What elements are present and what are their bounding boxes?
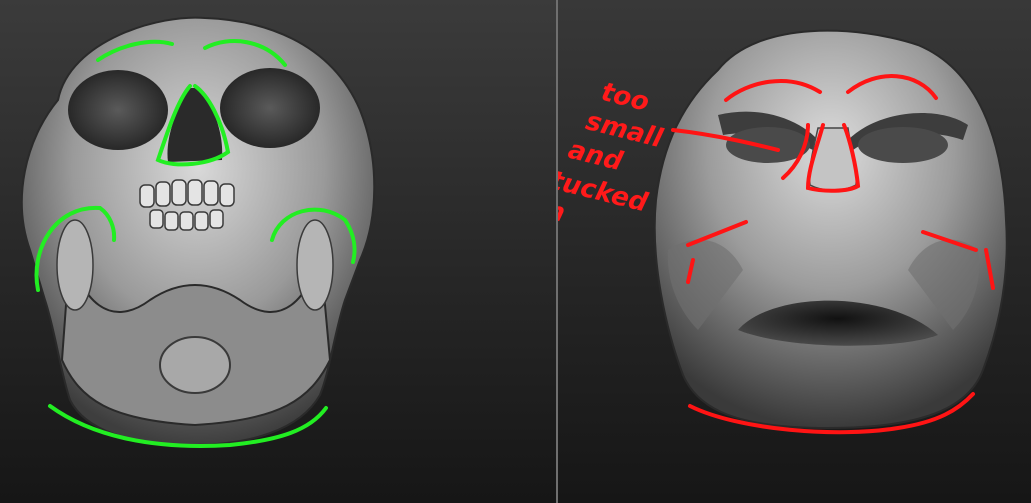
sculpt-viewport: too small and tucked in <box>558 0 1031 503</box>
skull-render <box>0 0 556 503</box>
face-head <box>653 29 1008 430</box>
face-right-eye-socket <box>858 127 948 163</box>
sculpt-render: too small and tucked in <box>558 0 1031 503</box>
skull-foramen <box>159 336 231 394</box>
skull-reference-viewport <box>0 0 556 503</box>
skull-right-orbit <box>220 68 320 148</box>
comparison-canvas: too small and tucked in <box>0 0 1031 503</box>
skull-left-orbit <box>68 70 168 150</box>
